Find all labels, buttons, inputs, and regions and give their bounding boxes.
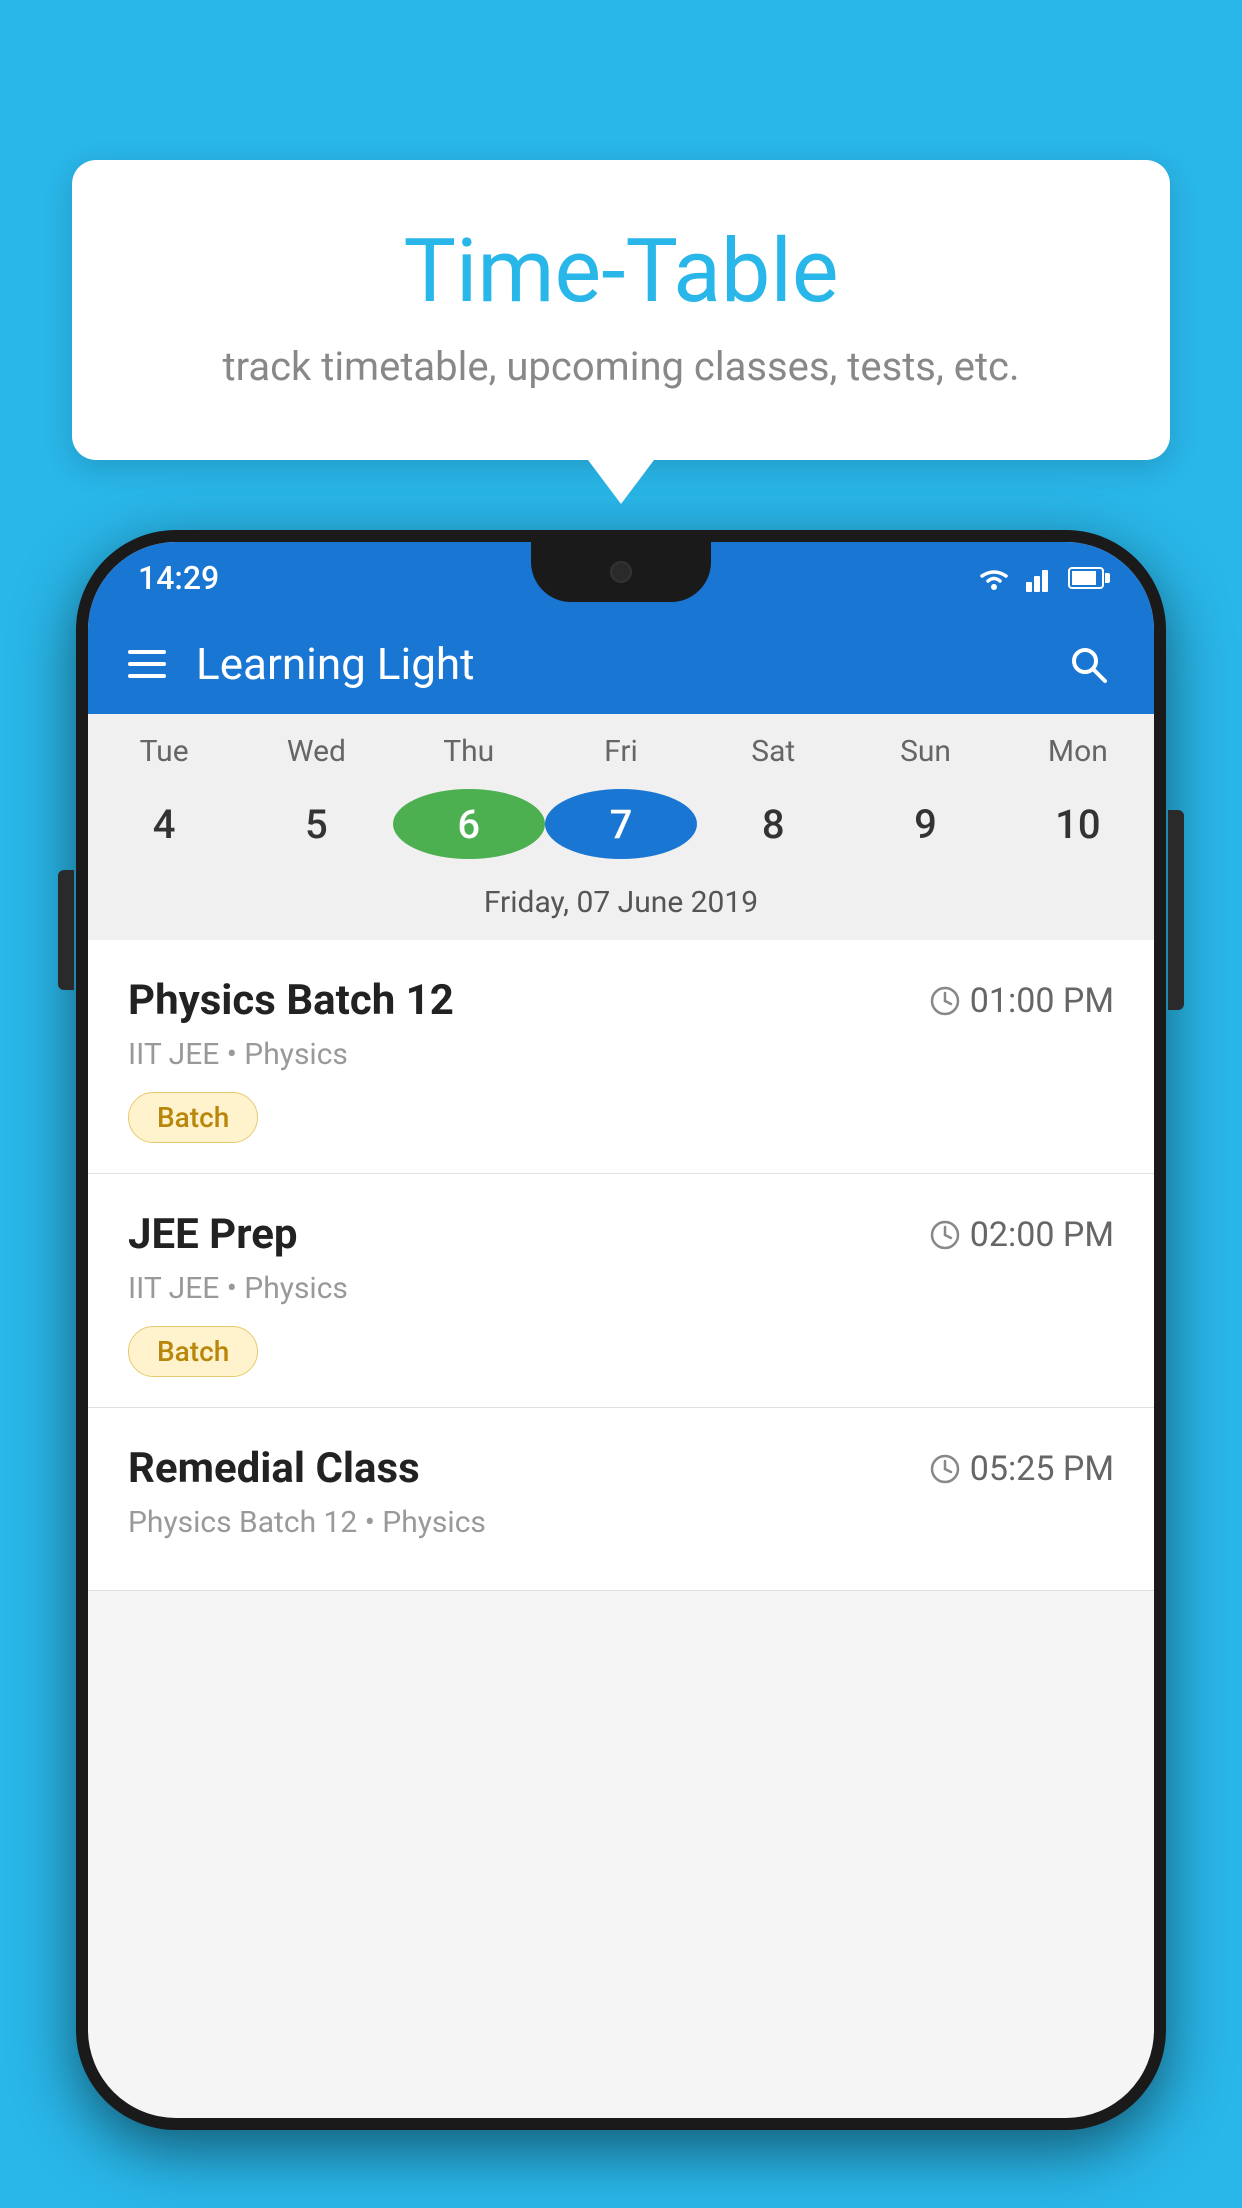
signal-icon (1026, 564, 1054, 592)
search-icon (1067, 643, 1109, 685)
schedule-meta-1: IIT JEE • Physics (128, 1037, 1114, 1072)
schedule-time-1: 01:00 PM (930, 981, 1114, 1021)
battery-icon (1068, 567, 1104, 589)
day-header-sun[interactable]: Sun (849, 734, 1001, 779)
status-time: 14:29 (138, 559, 219, 597)
schedule-meta-3: Physics Batch 12 • Physics (128, 1505, 1114, 1540)
schedule-item-header-2: JEE Prep 02:00 PM (128, 1210, 1114, 1259)
app-title: Learning Light (196, 638, 1062, 690)
day-header-sat[interactable]: Sat (697, 734, 849, 779)
notch (531, 542, 711, 602)
day-5[interactable]: 5 (240, 789, 392, 859)
calendar-section: Tue Wed Thu Fri Sat Sun Mon 4 5 6 7 8 9 … (88, 714, 1154, 940)
wifi-icon (976, 564, 1012, 592)
day-header-fri[interactable]: Fri (545, 734, 697, 779)
schedule-item-header-3: Remedial Class 05:25 PM (128, 1444, 1114, 1493)
day-10[interactable]: 10 (1002, 789, 1154, 859)
camera-dot (610, 561, 632, 583)
schedule-time-3: 05:25 PM (930, 1449, 1114, 1489)
schedule-item-3[interactable]: Remedial Class 05:25 PM Physics Batch 12… (88, 1408, 1154, 1591)
search-button[interactable] (1062, 638, 1114, 690)
schedule-item-2[interactable]: JEE Prep 02:00 PM IIT JEE • Physics Batc… (88, 1174, 1154, 1408)
batch-badge-1: Batch (128, 1092, 258, 1143)
tooltip-subtitle: track timetable, upcoming classes, tests… (122, 343, 1120, 390)
status-bar: 14:29 (88, 542, 1154, 614)
day-8[interactable]: 8 (697, 789, 849, 859)
day-4[interactable]: 4 (88, 789, 240, 859)
day-9[interactable]: 9 (849, 789, 1001, 859)
clock-icon-3 (930, 1454, 960, 1484)
selected-date-label: Friday, 07 June 2019 (88, 875, 1154, 940)
clock-icon-2 (930, 1220, 960, 1250)
schedule-list: Physics Batch 12 01:00 PM IIT JEE • Phys… (88, 940, 1154, 1591)
batch-badge-2: Batch (128, 1326, 258, 1377)
schedule-name-3: Remedial Class (128, 1444, 420, 1493)
schedule-item-header-1: Physics Batch 12 01:00 PM (128, 976, 1114, 1025)
phone-outer: 14:29 (76, 530, 1166, 2130)
schedule-time-2: 02:00 PM (930, 1215, 1114, 1255)
schedule-meta-2: IIT JEE • Physics (128, 1271, 1114, 1306)
hamburger-menu[interactable] (128, 650, 166, 678)
day-header-wed[interactable]: Wed (240, 734, 392, 779)
schedule-item-1[interactable]: Physics Batch 12 01:00 PM IIT JEE • Phys… (88, 940, 1154, 1174)
day-numbers: 4 5 6 7 8 9 10 (88, 779, 1154, 875)
clock-icon-1 (930, 986, 960, 1016)
app-bar: Learning Light (88, 614, 1154, 714)
day-header-thu[interactable]: Thu (393, 734, 545, 779)
status-icons (976, 564, 1104, 592)
tooltip-title: Time-Table (122, 220, 1120, 323)
day-header-tue[interactable]: Tue (88, 734, 240, 779)
day-7-selected[interactable]: 7 (545, 789, 697, 859)
phone-mockup: 14:29 (76, 530, 1166, 2208)
day-headers: Tue Wed Thu Fri Sat Sun Mon (88, 714, 1154, 779)
tooltip-card: Time-Table track timetable, upcoming cla… (72, 160, 1170, 460)
schedule-name-2: JEE Prep (128, 1210, 298, 1259)
schedule-name-1: Physics Batch 12 (128, 976, 454, 1025)
phone-screen: 14:29 (88, 542, 1154, 2118)
day-header-mon[interactable]: Mon (1002, 734, 1154, 779)
day-6-today[interactable]: 6 (393, 789, 545, 859)
